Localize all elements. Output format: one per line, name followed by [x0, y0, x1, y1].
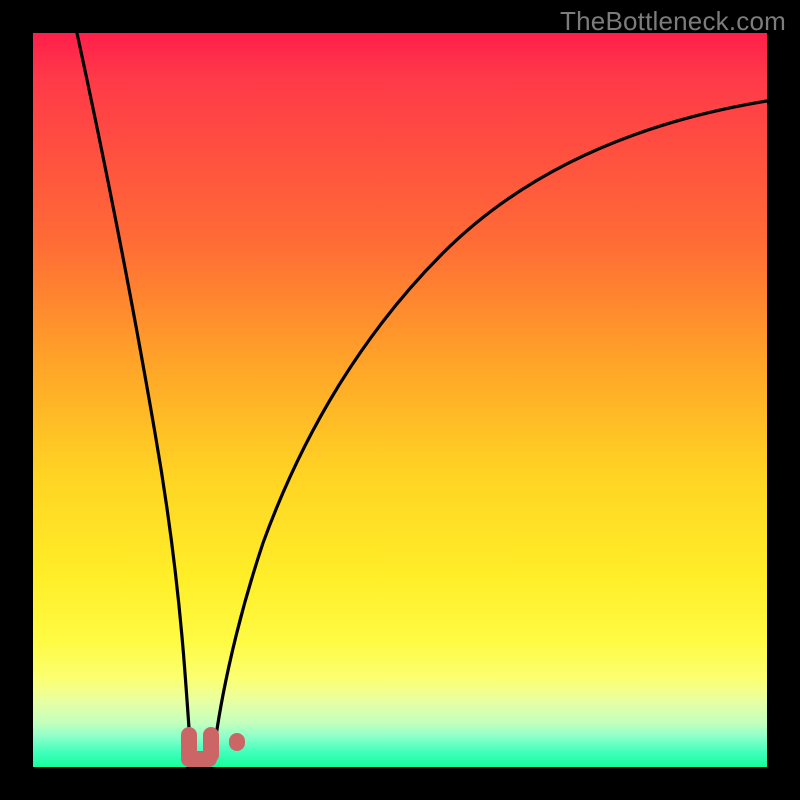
watermark-text: TheBottleneck.com — [560, 6, 786, 37]
plot-area — [33, 33, 767, 767]
right-curve — [213, 101, 767, 760]
bottleneck-curves — [33, 33, 767, 767]
chart-frame: TheBottleneck.com — [0, 0, 800, 800]
minimum-marker-right — [203, 727, 219, 763]
minimum-marker-dot — [229, 733, 245, 751]
left-curve — [77, 33, 191, 760]
